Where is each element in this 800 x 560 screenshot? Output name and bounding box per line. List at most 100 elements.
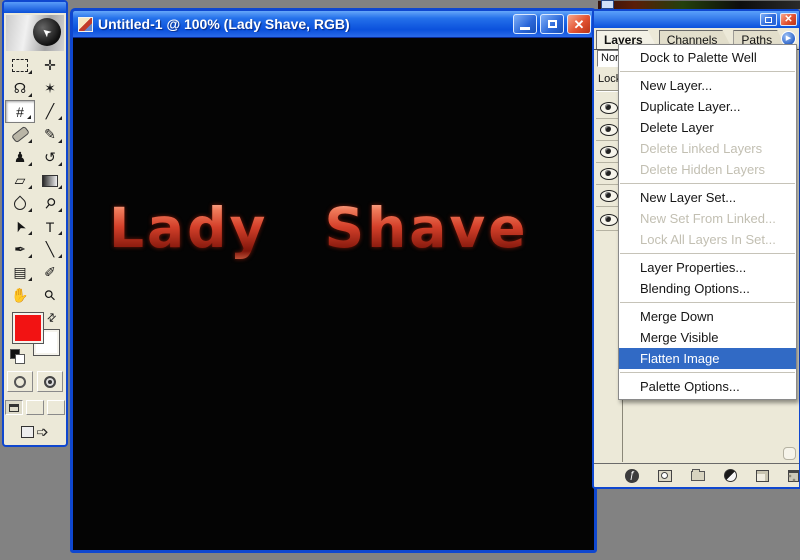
jump-to-imageready-button[interactable]: ➩ bbox=[4, 423, 66, 441]
menu-item-merge-visible[interactable]: Merge Visible bbox=[619, 327, 796, 348]
eye-icon bbox=[600, 213, 618, 226]
swap-colors-icon[interactable]: ⇄ bbox=[44, 310, 59, 325]
palette-scrollbar[interactable] bbox=[783, 447, 796, 460]
screen-mode-row bbox=[4, 400, 66, 415]
zoom-tool[interactable]: ⚲ bbox=[35, 284, 65, 307]
menu-separator bbox=[620, 302, 795, 303]
menu-item-delete-hidden-layers: Delete Hidden Layers bbox=[640, 162, 766, 177]
history-brush-tool[interactable]: ↺ bbox=[35, 146, 65, 169]
quick-mask-mode-button[interactable] bbox=[37, 371, 63, 392]
crop-icon: # bbox=[16, 103, 24, 120]
menu-item-flatten-image[interactable]: Flatten Image bbox=[619, 348, 796, 369]
path-select-icon: ➤ bbox=[9, 218, 30, 236]
layer-style-button[interactable]: ƒ bbox=[625, 468, 639, 483]
brush-icon: ✎ bbox=[44, 126, 56, 142]
menu-item-duplicate-layer[interactable]: Duplicate Layer... bbox=[619, 96, 796, 117]
standard-mode-button[interactable] bbox=[7, 371, 33, 392]
move-tool[interactable]: ✛ bbox=[35, 54, 65, 77]
fullscreen-menubar-mode-button[interactable] bbox=[26, 400, 44, 415]
maximize-button[interactable] bbox=[540, 14, 564, 34]
default-colors-icon[interactable] bbox=[10, 349, 25, 364]
slice-tool[interactable]: ╱ bbox=[35, 100, 65, 123]
type-tool[interactable]: T bbox=[35, 215, 65, 238]
tool-palette-window: ➤ ✛ ☊ ✶ # ╱ ✎ ♟ ↺ ▱ ⚲ ➤ T ✒ ╲ ▤ ✐ ✋ ⚲ ⇄ … bbox=[2, 0, 68, 447]
line-icon: ╲ bbox=[45, 241, 55, 257]
notes-tool[interactable]: ▤ bbox=[5, 261, 35, 284]
background-window-fragment bbox=[601, 0, 614, 9]
standard-mode-icon bbox=[14, 375, 26, 388]
magic-wand-tool[interactable]: ✶ bbox=[35, 77, 65, 100]
palette-close-button[interactable]: ✕ bbox=[780, 13, 797, 26]
tool-grid: ✛ ☊ ✶ # ╱ ✎ ♟ ↺ ▱ ⚲ ➤ T ✒ ╲ ▤ ✐ ✋ ⚲ bbox=[4, 54, 66, 307]
eyedropper-icon: ✐ bbox=[44, 264, 56, 280]
menu-item-blending-options[interactable]: Blending Options... bbox=[619, 278, 796, 299]
magic-wand-icon: ✶ bbox=[44, 80, 56, 96]
path-selection-tool[interactable]: ➤ bbox=[5, 215, 35, 238]
blur-tool[interactable] bbox=[5, 192, 35, 215]
history-brush-icon: ↺ bbox=[44, 149, 56, 165]
water-drop-icon bbox=[11, 195, 29, 212]
menu-item-delete-layer[interactable]: Delete Layer bbox=[619, 117, 796, 138]
close-icon: ✕ bbox=[573, 16, 585, 32]
menu-item-new-set-from-linked: New Set From Linked... bbox=[640, 211, 776, 226]
close-button[interactable]: ✕ bbox=[567, 14, 591, 34]
healing-brush-tool[interactable] bbox=[5, 123, 35, 146]
eraser-tool[interactable]: ▱ bbox=[5, 169, 35, 192]
standard-screen-mode-button[interactable] bbox=[5, 400, 23, 415]
menu-separator bbox=[620, 253, 795, 254]
add-mask-button[interactable] bbox=[657, 469, 672, 482]
hand-tool[interactable]: ✋ bbox=[5, 284, 35, 307]
lasso-tool[interactable]: ☊ bbox=[5, 77, 35, 100]
type-icon: T bbox=[45, 218, 55, 235]
menu-item-lock-all-layers-in-set: Lock All Layers In Set... bbox=[640, 232, 776, 247]
fullscreen-mode-button[interactable] bbox=[47, 400, 65, 415]
palette-titlebar[interactable]: ✕ bbox=[594, 11, 799, 28]
palette-minimize-icon bbox=[765, 16, 772, 23]
palette-minimize-button[interactable] bbox=[760, 13, 777, 26]
document-window: Untitled-1 @ 100% (Lady Shave, RGB) ✕ La… bbox=[70, 8, 597, 553]
crop-tool[interactable]: # bbox=[5, 100, 35, 123]
brush-tool[interactable]: ✎ bbox=[35, 123, 65, 146]
eraser-icon: ▱ bbox=[14, 172, 26, 188]
notes-icon: ▤ bbox=[13, 264, 27, 280]
dodge-tool[interactable]: ⚲ bbox=[35, 192, 65, 215]
menu-item-dock-to-palette-well[interactable]: Dock to Palette Well bbox=[619, 47, 796, 68]
menu-item-new-layer-set[interactable]: New Layer Set... bbox=[619, 187, 796, 208]
gradient-tool[interactable] bbox=[35, 169, 65, 192]
line-tool[interactable]: ╲ bbox=[35, 238, 65, 261]
pen-icon: ✒ bbox=[14, 241, 26, 257]
resize-grip[interactable] bbox=[788, 474, 797, 483]
rectangular-marquee-tool[interactable] bbox=[5, 54, 35, 77]
toolbar-titlebar[interactable] bbox=[4, 2, 66, 13]
new-layer-set-button[interactable] bbox=[690, 468, 706, 481]
adjustment-layer-button[interactable] bbox=[724, 469, 738, 482]
menu-item-merge-down[interactable]: Merge Down bbox=[619, 306, 796, 327]
minimize-icon bbox=[520, 27, 530, 30]
hand-icon: ✋ bbox=[11, 287, 29, 303]
palette-close-icon: ✕ bbox=[784, 13, 793, 25]
eyedropper-tool[interactable]: ✐ bbox=[35, 261, 65, 284]
eye-icon bbox=[600, 145, 618, 158]
document-titlebar[interactable]: Untitled-1 @ 100% (Lady Shave, RGB) ✕ bbox=[73, 11, 594, 37]
new-layer-button[interactable] bbox=[756, 469, 770, 482]
slice-icon: ╱ bbox=[45, 103, 55, 119]
minimize-button[interactable] bbox=[513, 14, 537, 34]
move-icon: ✛ bbox=[44, 57, 56, 73]
menu-item-new-layer[interactable]: New Layer... bbox=[619, 75, 796, 96]
palette-bottom-bar: ƒ bbox=[594, 463, 799, 487]
background-window-edge bbox=[598, 0, 800, 9]
default-background-swatch bbox=[15, 354, 25, 364]
document-icon bbox=[78, 16, 93, 32]
magnifier-icon: ⚲ bbox=[40, 285, 59, 305]
marquee-icon bbox=[12, 59, 28, 72]
eye-icon bbox=[600, 123, 618, 136]
clone-stamp-tool[interactable]: ♟ bbox=[5, 146, 35, 169]
bandage-icon bbox=[10, 125, 30, 144]
document-title: Untitled-1 @ 100% (Lady Shave, RGB) bbox=[98, 16, 350, 32]
menu-item-palette-options[interactable]: Palette Options... bbox=[619, 376, 796, 397]
adobe-logo[interactable]: ➤ bbox=[6, 15, 64, 51]
pen-tool[interactable]: ✒ bbox=[5, 238, 35, 261]
foreground-color-swatch[interactable] bbox=[12, 312, 44, 344]
menu-item-layer-properties[interactable]: Layer Properties... bbox=[619, 257, 796, 278]
canvas[interactable]: Lady Shave bbox=[73, 37, 594, 550]
